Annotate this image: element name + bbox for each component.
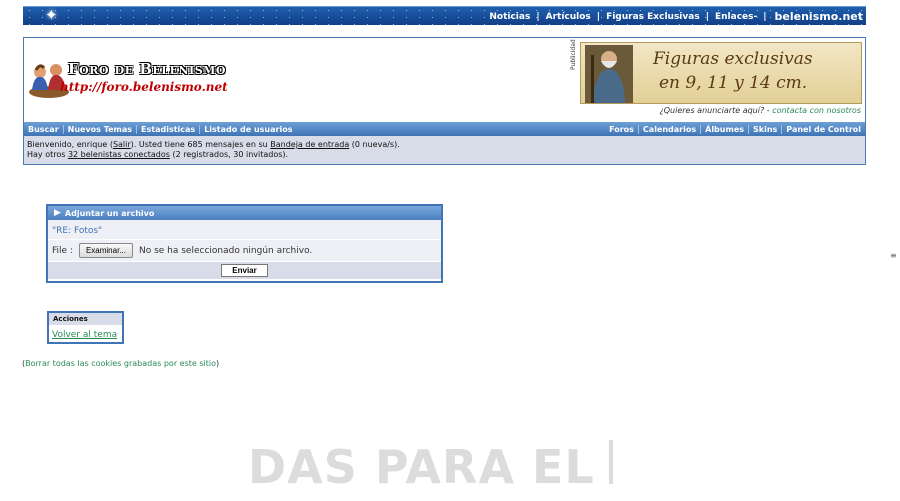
paren-close: ) (216, 359, 220, 368)
top-nav: Noticias | Artículos | Figuras Exclusiva… (489, 10, 863, 23)
separator: | (705, 11, 709, 22)
welcome-box: Bienvenido, enrique (Salir). Usted tiene… (24, 136, 865, 164)
top-bar: ✦ Noticias | Artículos | Figuras Exclusi… (23, 6, 866, 25)
back-to-topic-link[interactable]: Volver al tema (52, 330, 119, 340)
separator: | (596, 11, 601, 22)
banner-line-1: Figuras exclusivas (653, 49, 813, 69)
ad-label: Publicidad (570, 39, 577, 70)
bottom-banner-bar (608, 440, 613, 484)
nav-albumes[interactable]: Álbumes (701, 124, 750, 134)
navbar-right: Foros Calendarios Álbumes Skins Panel de… (605, 124, 865, 134)
ad-question-text: ¿Quieres anunciarte aquí? - (659, 106, 773, 115)
nav-buscar[interactable]: Buscar (24, 124, 64, 134)
welcome-text: (0 nueva/s). (349, 140, 400, 149)
welcome-text: Hay otros (27, 150, 68, 159)
top-link-figuras[interactable]: Figuras Exclusivas (606, 12, 700, 22)
navbar-left: Buscar Nuevos Temas Estadisticas Listado… (24, 124, 296, 134)
star-flare-icon: ✦ (45, 6, 58, 24)
logo-title: Foro de Belenismo (68, 60, 226, 78)
brand-link[interactable]: belenismo.net (775, 10, 863, 23)
online-users-link[interactable]: 32 belenistas conectados (68, 150, 170, 159)
logout-link[interactable]: Salir (113, 140, 131, 149)
forum-navbar: Buscar Nuevos Temas Estadisticas Listado… (24, 122, 865, 136)
welcome-text: ). Usted tiene 685 mensajes en su (130, 140, 271, 149)
bottom-banner-words: DAS PARA EL (248, 440, 595, 494)
top-link-noticias[interactable]: Noticias (489, 12, 530, 22)
attach-file-panel: ▶ Adjuntar un archivo "RE: Fotos" File :… (46, 204, 443, 283)
clear-cookies-link[interactable]: Borrar todas las cookies grabadas por es… (25, 359, 216, 368)
attach-title: Adjuntar un archivo (64, 208, 155, 218)
inbox-link[interactable]: Bandeja de entrada (270, 140, 349, 149)
nav-nuevos-temas[interactable]: Nuevos Temas (64, 124, 138, 134)
monk-figure-icon (585, 45, 633, 103)
send-button[interactable]: Enviar (221, 264, 268, 277)
file-row: File : Examinar... No se ha seleccionado… (48, 240, 441, 262)
no-file-text: No se ha seleccionado ningún archivo. (138, 245, 313, 256)
browse-button[interactable]: Examinar... (78, 243, 133, 258)
forum-header: Foro de Belenismo http://foro.belenismo.… (23, 37, 866, 165)
ad-banner[interactable]: Figuras exclusivas en 9, 11 y 14 cm. (580, 42, 862, 104)
file-label: File : (52, 245, 73, 256)
actions-panel: Acciones Volver al tema (47, 311, 124, 344)
top-link-enlaces[interactable]: Enlaces- (715, 12, 757, 22)
welcome-text: Bienvenido, enrique ( (27, 140, 113, 149)
nav-calendarios[interactable]: Calendarios (639, 124, 702, 134)
actions-title: Acciones (49, 313, 122, 325)
attach-header: ▶ Adjuntar un archivo (48, 206, 441, 220)
attach-subject: "RE: Fotos" (48, 220, 441, 240)
banner-line-2: en 9, 11 y 14 cm. (659, 73, 808, 93)
scroll-grip-icon[interactable]: ≡ (890, 251, 897, 260)
separator: | (763, 11, 767, 22)
nav-foros[interactable]: Foros (605, 124, 639, 134)
ad-contact-link[interactable]: contacta con nosotros (772, 106, 861, 115)
cookies-line: (Borrar todas las cookies grabadas por e… (22, 359, 219, 368)
welcome-line-2: Hay otros 32 belenistas conectados (2 re… (27, 150, 862, 160)
logo-url: http://foro.belenismo.net (60, 80, 228, 94)
send-row: Enviar (48, 262, 441, 279)
attachment-icon: ▶ (54, 208, 61, 218)
bottom-banner-text: DAS PARA EL (248, 440, 613, 494)
nav-panel-control[interactable]: Panel de Control (782, 125, 865, 134)
forum-logo[interactable]: Foro de Belenismo http://foro.belenismo.… (28, 56, 258, 102)
page: ✦ Noticias | Artículos | Figuras Exclusi… (0, 0, 900, 501)
top-link-articulos[interactable]: Artículos (546, 12, 591, 22)
welcome-text: (2 registrados, 30 invitados). (169, 150, 289, 159)
nav-listado-usuarios[interactable]: Listado de usuarios (200, 125, 296, 134)
welcome-line-1: Bienvenido, enrique (Salir). Usted tiene… (27, 140, 862, 150)
separator: | (536, 11, 540, 22)
nav-estadisticas[interactable]: Estadisticas (137, 124, 201, 134)
nav-skins[interactable]: Skins (749, 124, 783, 134)
ad-question: ¿Quieres anunciarte aquí? - contacta con… (659, 106, 861, 115)
